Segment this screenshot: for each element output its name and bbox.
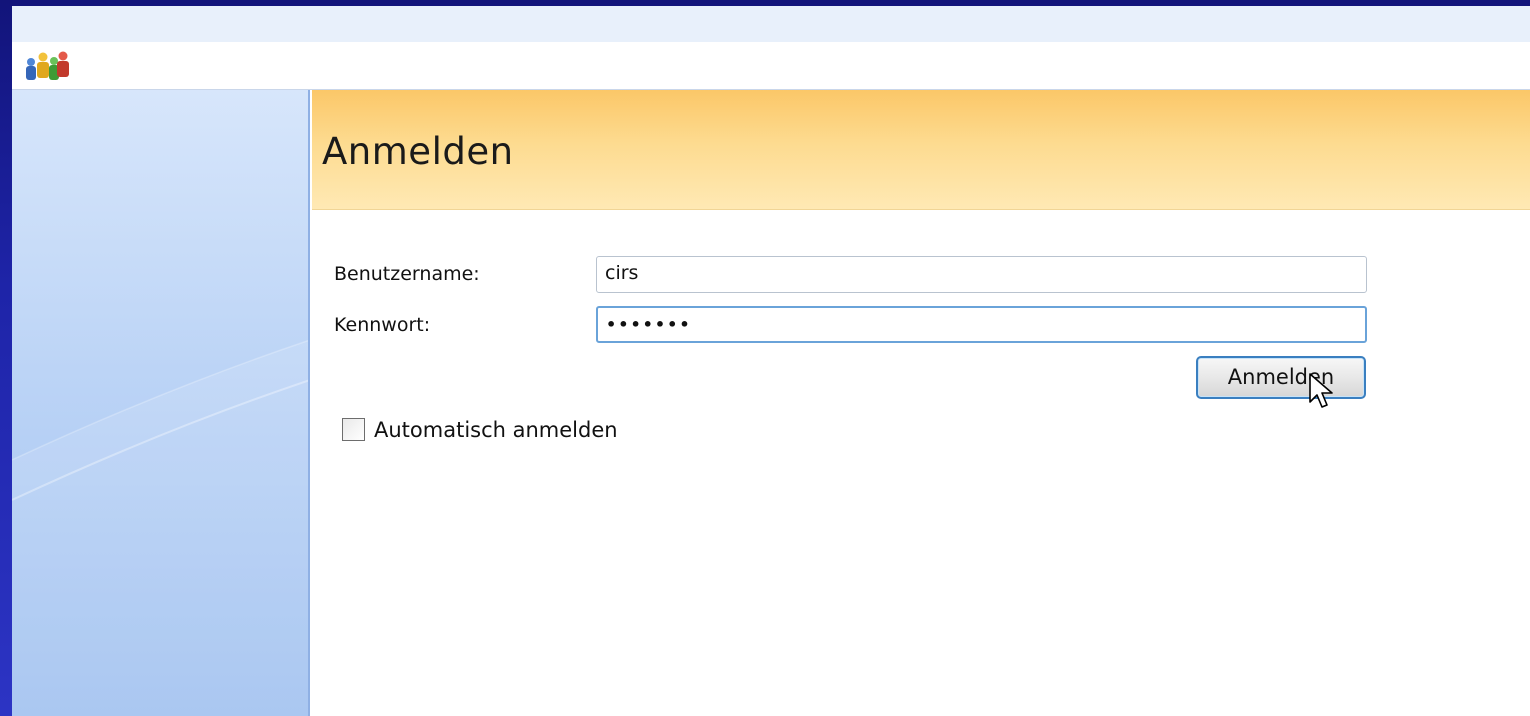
main-content: Anmelden Benutzername: cirs Kennwort: ••…: [312, 90, 1530, 716]
login-button[interactable]: Anmelden: [1196, 356, 1366, 399]
password-label: Kennwort:: [334, 314, 431, 336]
password-field[interactable]: •••••••: [596, 306, 1367, 343]
username-label: Benutzername:: [334, 263, 480, 285]
auto-login-checkbox[interactable]: [342, 418, 365, 441]
sidebar-decoration: [12, 339, 308, 716]
page-header: Anmelden: [312, 90, 1530, 210]
app-window: Anmelden Benutzername: cirs Kennwort: ••…: [12, 6, 1530, 716]
sidebar: [12, 90, 310, 716]
username-field[interactable]: cirs: [596, 256, 1367, 293]
auto-login-label[interactable]: Automatisch anmelden: [374, 418, 618, 442]
title-bar: [12, 6, 1530, 42]
mouse-pointer-icon: [1309, 373, 1333, 408]
toolbar: [12, 42, 1530, 90]
users-group-icon[interactable]: [22, 48, 72, 82]
page-title: Anmelden: [322, 130, 514, 173]
